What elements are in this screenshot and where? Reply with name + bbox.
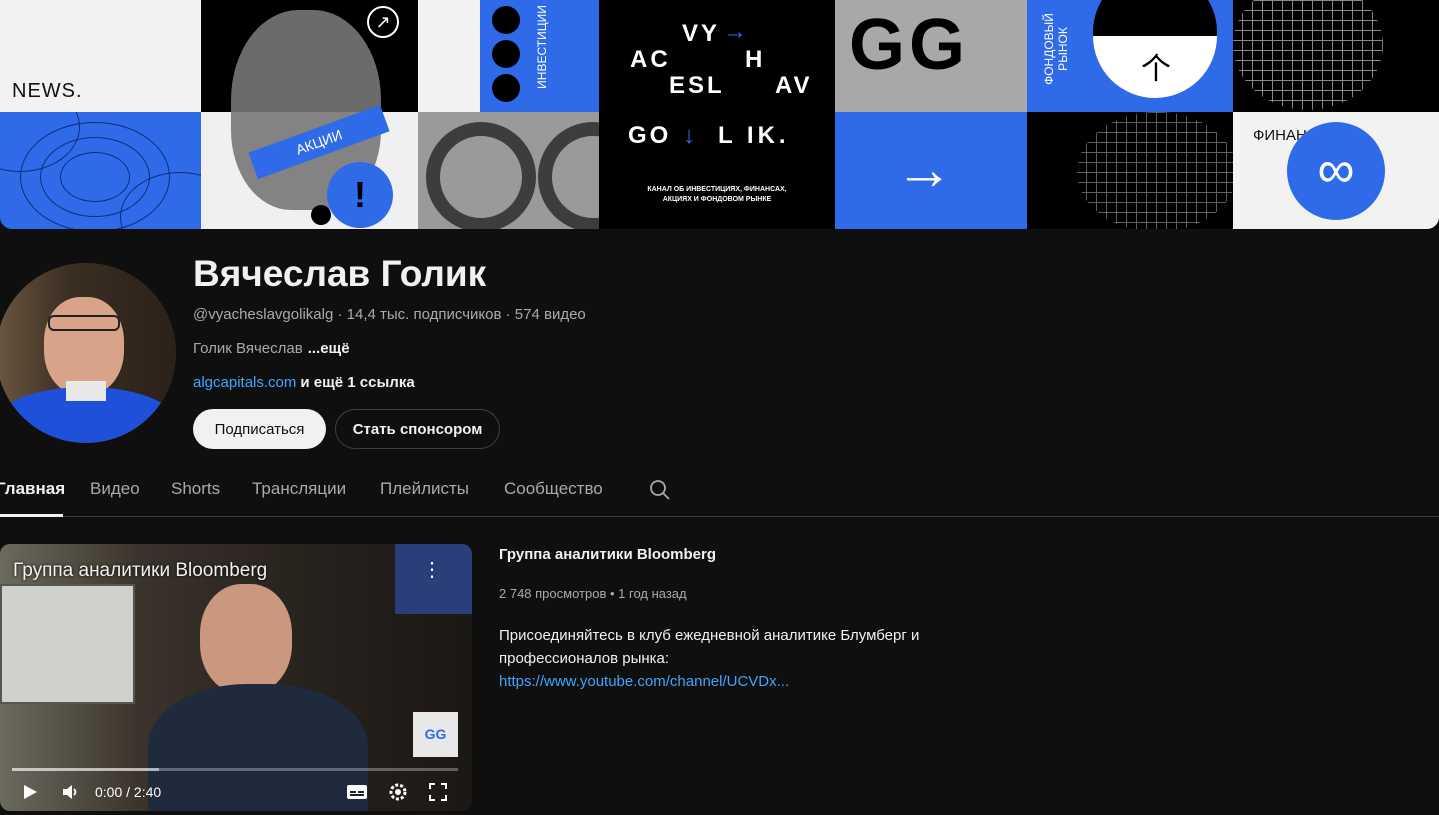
progress-track[interactable]	[12, 768, 458, 771]
tab-live[interactable]: Трансляции	[252, 479, 346, 499]
fullscreen-icon[interactable]	[428, 782, 448, 802]
video-speaker	[148, 574, 368, 811]
more-links-button[interactable]: и ещё 1 ссылка	[300, 374, 414, 391]
channel-link[interactable]: algcapitals.com	[193, 374, 296, 391]
sponsor-button[interactable]: Стать спонсором	[335, 409, 500, 449]
banner-finance-tile: ФИНАНСЫ ∞	[1233, 112, 1439, 229]
banner-stock-market-tile: ФОНДОВЫЙ РЫНОК 个	[1027, 0, 1233, 112]
settings-gear-icon[interactable]	[388, 782, 408, 802]
time-display: 0:00 / 2:40	[95, 784, 162, 800]
featured-video-player[interactable]: GG ⋮ 0:00 / 2:40	[0, 544, 472, 811]
meta-separator: ·	[501, 306, 515, 323]
banner-mesh-top-tile	[1233, 0, 1439, 112]
logo-down-arrow-icon: ↓	[683, 122, 695, 149]
banner-topography-tile	[0, 112, 201, 229]
logo-text-row3b: AV	[775, 72, 813, 99]
banner-stock-market-1: ФОНДОВЫЙ	[1041, 13, 1056, 85]
view-count: 2 748 просмотров	[499, 586, 607, 601]
volume-icon[interactable]	[60, 782, 80, 802]
video-count: 574 видео	[514, 306, 586, 323]
stats-separator: •	[606, 586, 619, 601]
banner-mesh-tile	[1027, 112, 1233, 229]
arrow-circle-icon: ↗	[367, 6, 399, 38]
banner-news-label: NEWS.	[12, 80, 83, 102]
more-options-icon[interactable]: ⋮	[422, 558, 442, 582]
banner-gg-tile: GG	[835, 0, 1027, 112]
tab-playlists[interactable]: Плейлисты	[380, 479, 469, 499]
subscribe-button[interactable]: Подписаться	[193, 409, 326, 449]
tab-community[interactable]: Сообщество	[504, 479, 603, 499]
logo-text-row4: GO	[628, 122, 672, 149]
banner-stock-market-2: РЫНОК	[1055, 27, 1070, 71]
logo-text-row4b: L IK.	[718, 122, 790, 149]
channel-avatar[interactable]	[0, 263, 176, 443]
banner-head-tile: ↗ АКЦИИ !	[201, 0, 418, 229]
player-overlay-title[interactable]: Группа аналитики Bloomberg	[13, 560, 267, 582]
logo-text-row2b: H	[745, 46, 763, 73]
channel-handle: @vyacheslavgolikalg	[193, 306, 334, 323]
progress-buffered	[12, 768, 160, 771]
banner-big-letters: GG	[849, 5, 970, 85]
right-arrow-icon: →	[895, 137, 953, 202]
channel-banner: NEWS. ↗ АКЦИИ ! ИНВЕСТИЦИИ VY → AC H ESL…	[0, 0, 1439, 229]
featured-video-description: Присоединяйтесь в клуб ежедневной аналит…	[499, 624, 969, 693]
channel-meta: @vyacheslavgolikalg · 14,4 тыс. подписчи…	[193, 306, 586, 323]
upload-age: 1 год назад	[618, 586, 687, 601]
exclamation-icon: !	[327, 162, 393, 228]
featured-video-stats: 2 748 просмотров • 1 год назад	[499, 586, 687, 601]
description-text: Голик Вячеслав	[193, 340, 303, 357]
channel-tabs: Главная Видео Shorts Трансляции Плейлист…	[0, 466, 1439, 517]
more-button[interactable]: ...ещё	[308, 340, 350, 357]
video-inset-screen	[0, 584, 135, 704]
tab-videos[interactable]: Видео	[90, 479, 140, 499]
infinity-icon: ∞	[1287, 122, 1385, 220]
subscriber-count: 14,4 тыс. подписчиков	[346, 306, 502, 323]
banner-white-tile	[418, 0, 480, 112]
banner-investments-tile: ИНВЕСТИЦИИ	[480, 0, 599, 112]
active-tab-indicator	[0, 514, 63, 517]
play-icon[interactable]	[20, 782, 40, 802]
banner-tagline-1: КАНАЛ ОБ ИНВЕСТИЦИЯХ, ФИНАНСАХ,	[647, 186, 787, 193]
banner-arrow-tile: →	[835, 112, 1027, 229]
watermark-logo: GG	[413, 712, 458, 757]
description-line: Присоединяйтесь в клуб ежедневной аналит…	[499, 627, 920, 667]
tree-icon: 个	[1141, 53, 1171, 86]
logo-text-row1: VY	[682, 20, 721, 47]
meta-separator: ·	[333, 306, 347, 323]
banner-news-tile: NEWS.	[0, 0, 201, 112]
channel-description[interactable]: Голик Вячеслав ...ещё	[193, 340, 350, 357]
subtitles-icon[interactable]	[346, 782, 368, 802]
banner-investments-label: ИНВЕСТИЦИИ	[535, 5, 549, 89]
logo-text-row2a: AC	[630, 46, 671, 73]
description-link[interactable]: https://www.youtube.com/channel/UCVDx...	[499, 670, 969, 693]
tab-home[interactable]: Главная	[0, 479, 65, 499]
banner-logo-tile: VY → AC H ESL AV GO ↓ L IK. КАНАЛ ОБ ИНВ…	[599, 0, 835, 229]
logo-text-row3a: ESL	[669, 72, 725, 99]
tab-shorts[interactable]: Shorts	[171, 479, 220, 499]
banner-tagline-2: АКЦИЯХ И ФОНДОВОМ РЫНКЕ	[662, 196, 772, 203]
logo-arrow-icon: →	[723, 18, 747, 45]
search-icon[interactable]	[648, 478, 672, 502]
channel-name: Вячеслав Голик	[193, 253, 487, 294]
featured-video-title[interactable]: Группа аналитики Bloomberg	[499, 546, 716, 563]
banner-grey-g-tile	[418, 112, 599, 229]
channel-links: algcapitals.com и ещё 1 ссылка	[193, 374, 415, 391]
